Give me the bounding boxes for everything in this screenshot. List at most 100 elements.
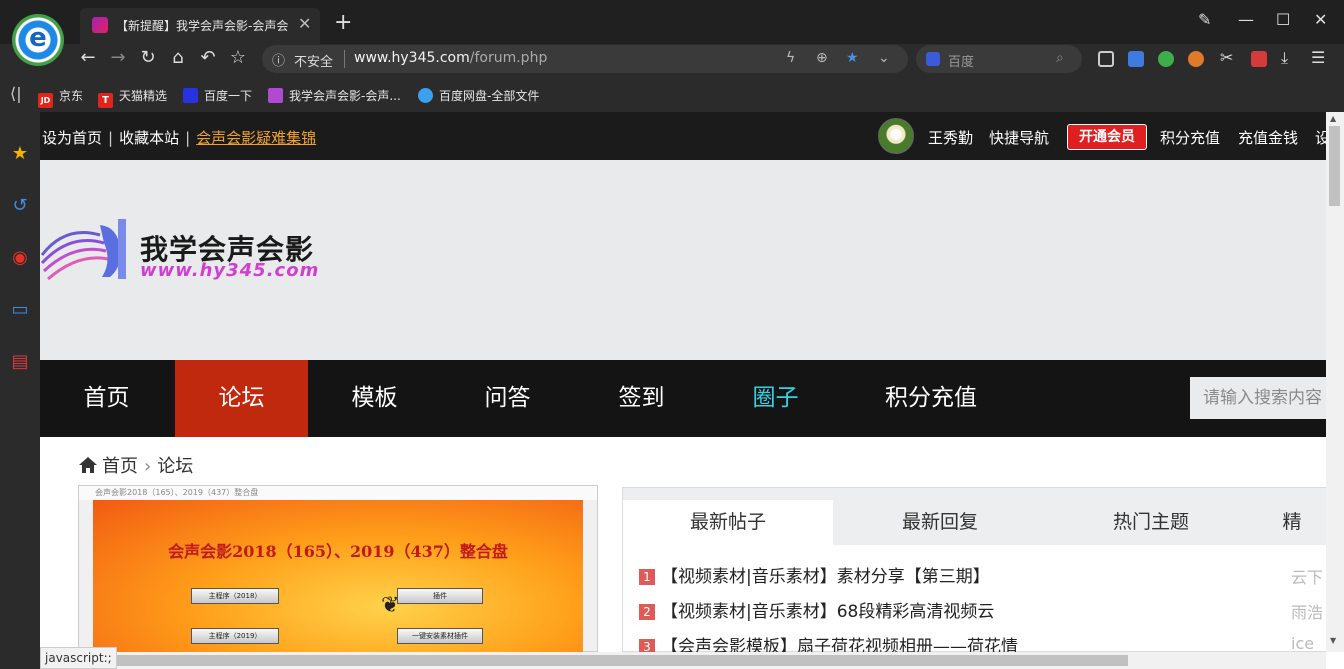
nav-forum[interactable]: 论坛	[175, 360, 308, 437]
favorites-star-icon[interactable]: ★	[9, 143, 31, 165]
url-text[interactable]: www.hy345.com/forum.php	[354, 50, 547, 66]
maximize-icon[interactable]: ☐	[1276, 10, 1290, 29]
insecure-label[interactable]: 不安全	[294, 51, 333, 70]
set-home-link[interactable]: 设为首页	[42, 129, 102, 147]
bookmark-jd[interactable]: JD 京东	[38, 87, 83, 108]
page-viewport: 设为首页 | 收藏本站 | 会声会影疑难集锦 王秀勤 快捷导航 开通会员 积分充值 充值…	[40, 112, 1326, 652]
money-recharge-link[interactable]: 充值金钱	[1238, 127, 1298, 148]
username-link[interactable]: 王秀勤	[928, 127, 973, 148]
url-divider	[344, 50, 345, 68]
nav-circle[interactable]: 圈子	[709, 360, 842, 437]
nav-points[interactable]: 积分充值	[866, 360, 996, 437]
sidebar-toggle-icon[interactable]: ⟨|	[10, 84, 22, 103]
menu-icon[interactable]: ☰	[1311, 48, 1325, 67]
post-item[interactable]: 2 【视频素材|音乐素材】68段精彩高清视频云	[639, 597, 994, 622]
avatar[interactable]	[878, 118, 914, 154]
tab-close-icon[interactable]: ✕	[298, 14, 311, 33]
lightning-icon[interactable]: ϟ	[786, 50, 795, 66]
favorite-star-icon[interactable]: ☆	[226, 47, 250, 68]
baidu-icon[interactable]	[926, 52, 940, 66]
chevron-right-icon: ›	[144, 456, 152, 477]
back-icon[interactable]: ←	[76, 47, 100, 68]
weibo-icon[interactable]: ◉	[9, 247, 31, 269]
nav-home[interactable]: 首页	[40, 360, 173, 437]
browser-tab[interactable]: 【新提醒】我学会声会影-会声会 ✕	[80, 8, 320, 44]
bookmark-baidu-pan[interactable]: 百度网盘-全部文件	[418, 87, 539, 104]
search-icon[interactable]: ⌕	[1056, 50, 1064, 66]
new-tab-button[interactable]: +	[334, 10, 352, 35]
browser-chrome: 【新提醒】我学会声会影-会声会 ✕ + ✎ — ☐ ✕ e ← → ↻ ⌂ ↶ …	[0, 0, 1344, 112]
home-icon[interactable]	[78, 456, 98, 474]
nav-checkin[interactable]: 签到	[575, 360, 708, 437]
tab-hot-topics[interactable]: 热门主题	[1046, 500, 1256, 545]
minimize-icon[interactable]: —	[1238, 10, 1254, 29]
pdf-tool-icon[interactable]: ▤	[9, 351, 31, 373]
translate-icon[interactable]	[1128, 51, 1144, 67]
bookmark-hy345[interactable]: 我学会声会影-会声...	[268, 87, 401, 104]
nav-qa[interactable]: 问答	[441, 360, 574, 437]
horizontal-scrollbar[interactable]	[40, 652, 1326, 669]
search-box[interactable]: 百度 ⌕	[916, 45, 1082, 73]
site-search-input[interactable]: 请输入搜索内容	[1190, 377, 1326, 419]
bookmark-star-icon[interactable]: ★	[846, 50, 859, 66]
main-nav: 首页 论坛 模板 问答 签到 圈子 积分充值 请输入搜索内容	[40, 360, 1326, 437]
bookmark-baidu[interactable]: 百度一下	[183, 87, 252, 104]
hy345-icon	[268, 88, 283, 103]
post-author[interactable]: 雨浩	[1291, 599, 1323, 623]
baidu-paw-icon	[183, 88, 198, 103]
post-title[interactable]: 【视频素材|音乐素材】68段精彩高清视频云	[661, 602, 994, 622]
history-icon[interactable]: ↺	[9, 195, 31, 217]
nav-templates[interactable]: 模板	[308, 360, 441, 437]
tab-latest-replies[interactable]: 最新回复	[835, 500, 1045, 545]
slide-image: 会声会影2018（165）、2019（437）整合盘 主程序（2018） 插件 …	[93, 500, 583, 652]
bookmark-tmall[interactable]: T 天猫精选	[98, 87, 167, 108]
scroll-up-icon[interactable]: ▲	[1330, 114, 1336, 123]
vertical-scrollbar[interactable]: ▲ ▼	[1326, 112, 1344, 652]
breadcrumb-current: 论坛	[157, 456, 194, 477]
post-item[interactable]: 1 【视频素材|音乐素材】素材分享【第三期】	[639, 562, 990, 587]
notes-icon[interactable]: ✎	[1198, 10, 1211, 29]
tab-strip: 【新提醒】我学会声会影-会声会 ✕ + ✎ — ☐ ✕	[0, 0, 1344, 44]
post-item[interactable]: 3 【会声会影模板】扇子荷花视频相册——荷花情	[639, 632, 1018, 652]
post-author[interactable]: ice	[1291, 634, 1314, 652]
faq-link[interactable]: 会声会影疑难集锦	[196, 129, 316, 147]
vip-button[interactable]: 开通会员	[1067, 124, 1147, 150]
info-icon[interactable]: ⓘ	[272, 50, 285, 69]
quick-nav-link[interactable]: 快捷导航	[989, 127, 1049, 148]
vertical-scroll-thumb[interactable]	[1329, 126, 1340, 206]
tab-latest-posts[interactable]: 最新帖子	[623, 500, 833, 545]
pdf-icon[interactable]	[1251, 51, 1267, 67]
post-title[interactable]: 【视频素材|音乐素材】素材分享【第三期】	[661, 567, 990, 587]
divider: |	[108, 129, 114, 147]
undo-close-icon[interactable]: ↶	[196, 47, 220, 68]
close-window-icon[interactable]: ✕	[1314, 10, 1327, 29]
home-icon[interactable]: ⌂	[166, 47, 190, 68]
tmall-icon: T	[98, 93, 113, 108]
bookmark-site-link[interactable]: 收藏本站	[119, 129, 179, 147]
settings-link[interactable]: 设	[1315, 127, 1326, 148]
zoom-icon[interactable]: ⊕	[816, 50, 828, 66]
post-author[interactable]: 云下	[1291, 564, 1323, 588]
slide-button-main-2018: 主程序（2018）	[191, 588, 279, 604]
scissors-icon[interactable]: ✂	[1220, 48, 1233, 67]
points-recharge-link[interactable]: 积分充值	[1160, 127, 1220, 148]
chevron-down-icon[interactable]: ⌄	[878, 50, 890, 66]
scroll-down-icon[interactable]: ▼	[1330, 636, 1336, 645]
reload-icon[interactable]: ↻	[136, 47, 160, 68]
post-title[interactable]: 【会声会影模板】扇子荷花视频相册——荷花情	[661, 637, 1018, 652]
qr-code-icon[interactable]	[1098, 51, 1114, 67]
forward-icon[interactable]: →	[106, 47, 130, 68]
tab-featured[interactable]: 精	[1257, 500, 1326, 545]
rank-badge: 3	[639, 639, 655, 652]
window-icon[interactable]: ▭	[9, 299, 31, 321]
download-icon[interactable]: ⤓	[1281, 48, 1288, 68]
slide-title: 会声会影2018（165）、2019（437）整合盘	[168, 542, 508, 561]
extension-monkey-icon[interactable]	[1188, 51, 1204, 67]
breadcrumb-home[interactable]: 首页	[102, 456, 138, 477]
search-input[interactable]: 百度	[948, 51, 974, 70]
slide-window-title: 会声会影2018（165）、2019（437）整合盘	[79, 486, 597, 500]
horizontal-scroll-thumb[interactable]	[110, 655, 1128, 666]
featured-slide[interactable]: 会声会影2018（165）、2019（437）整合盘 会声会影2018（165）…	[78, 485, 598, 652]
url-box[interactable]: ⓘ 不安全 www.hy345.com/forum.php ϟ ⊕ ★ ⌄	[262, 45, 908, 73]
extension-globe-icon[interactable]	[1158, 51, 1174, 67]
